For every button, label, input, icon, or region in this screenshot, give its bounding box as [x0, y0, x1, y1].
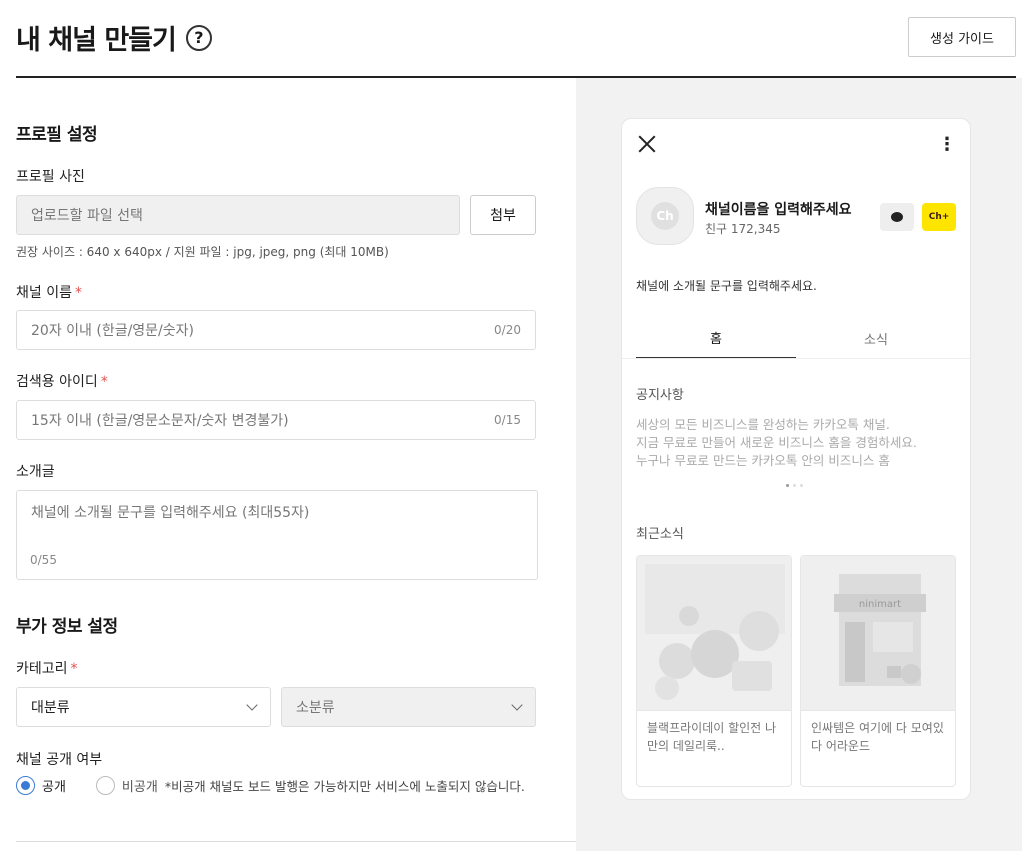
category-label: 카테고리 *: [16, 661, 78, 677]
characters-illustration-icon: [645, 564, 785, 700]
visibility-radio-group: 공개 비공개 *비공개 채널도 보드 발행은 가능하지만 서비스에 노출되지 않…: [16, 776, 525, 795]
creation-guide-button[interactable]: 생성 가이드: [908, 17, 1016, 57]
notice-text: 세상의 모든 비즈니스를 완성하는 카카오톡 채널. 지금 무료로 만들어 새로…: [636, 417, 917, 468]
page-title-text: 내 채널 만들기: [16, 25, 177, 56]
channel-preview-card: ⋮ Ch 채널이름을 입력해주세요 친구 172,345 Ch+ 채널에 소개될…: [621, 118, 971, 800]
news-image: [637, 556, 791, 711]
channel-logo-icon: Ch: [651, 202, 679, 230]
search-id-counter: 0/15: [494, 413, 521, 427]
public-radio-label[interactable]: 공개: [42, 776, 66, 795]
chat-button[interactable]: [880, 203, 914, 231]
private-radio-label[interactable]: 비공개: [122, 776, 158, 795]
required-mark: *: [70, 661, 78, 677]
carousel-dots: [786, 484, 803, 487]
profile-section-title: 프로필 설정: [16, 125, 98, 145]
attach-button[interactable]: 첨부: [470, 195, 536, 235]
search-id-label: 검색용 아이디 *: [16, 374, 108, 390]
help-icon[interactable]: ?: [185, 24, 212, 51]
preview-channel-name: 채널이름을 입력해주세요: [705, 202, 852, 218]
photo-hint: 권장 사이즈 : 640 x 640px / 지원 파일 : jpg, jpeg…: [16, 245, 389, 259]
category-main-select[interactable]: 대분류: [16, 687, 271, 727]
intro-textarea[interactable]: 채널에 소개될 문구를 입력해주세요 (최대55자) 0/55: [16, 490, 538, 580]
recent-news-title: 최근소식: [636, 527, 684, 542]
category-sub-select[interactable]: 소분류: [281, 687, 536, 727]
required-mark: *: [74, 285, 82, 301]
search-id-placeholder: 15자 이내 (한글/영문소문자/숫자 변경불가): [31, 413, 289, 429]
tab-news[interactable]: 소식: [796, 317, 956, 359]
profile-photo-label: 프로필 사진: [16, 169, 85, 185]
extra-section-title: 부가 정보 설정: [16, 617, 118, 637]
more-icon[interactable]: ⋮: [938, 135, 956, 155]
svg-text:ninimart: ninimart: [859, 599, 901, 610]
channel-name-label: 채널 이름 *: [16, 285, 82, 301]
private-radio[interactable]: [95, 776, 115, 795]
tab-divider: [622, 358, 970, 359]
intro-counter: 0/55: [30, 553, 57, 567]
tab-home[interactable]: 홈: [636, 317, 796, 359]
close-icon[interactable]: [638, 135, 656, 153]
notice-title: 공지사항: [636, 388, 684, 403]
photo-file-input[interactable]: 업로드할 파일 선택: [16, 195, 460, 235]
news-card[interactable]: ninimart 인싸템은 여기에 다 모여있다 어라운드: [800, 555, 956, 787]
intro-label: 소개글: [16, 464, 55, 480]
news-image: ninimart: [801, 556, 955, 711]
chevron-down-icon: [511, 698, 523, 711]
visibility-label: 채널 공개 여부: [16, 752, 103, 768]
store-illustration-icon: ninimart: [834, 574, 926, 686]
channel-name-input[interactable]: 20자 이내 (한글/영문/숫자) 0/20: [16, 310, 536, 350]
category-sub-value: 소분류: [296, 700, 335, 716]
preview-friends-count: 친구 172,345: [705, 222, 781, 236]
page-title: 내 채널 만들기 ?: [16, 18, 212, 57]
required-mark: *: [100, 374, 108, 390]
add-channel-button[interactable]: Ch+: [922, 203, 956, 231]
photo-file-placeholder: 업로드할 파일 선택: [31, 208, 143, 224]
private-note: *비공개 채널도 보드 발행은 가능하지만 서비스에 노출되지 않습니다.: [164, 779, 525, 794]
channel-name-placeholder: 20자 이내 (한글/영문/숫자): [31, 323, 194, 339]
category-main-value: 대분류: [31, 700, 70, 716]
avatar: Ch: [636, 187, 694, 245]
search-id-input[interactable]: 15자 이내 (한글/영문소문자/숫자 변경불가) 0/15: [16, 400, 536, 440]
channel-name-counter: 0/20: [494, 323, 521, 337]
news-text: 인싸템은 여기에 다 모여있다 어라운드: [811, 721, 944, 753]
chat-bubble-icon: [891, 212, 903, 222]
news-text: 블랙프라이데이 할인전 나만의 데일리룩..: [647, 721, 777, 753]
chevron-down-icon: [246, 698, 258, 711]
preview-description: 채널에 소개될 문구를 입력해주세요.: [636, 279, 817, 293]
public-radio[interactable]: [16, 776, 35, 795]
news-card[interactable]: 블랙프라이데이 할인전 나만의 데일리룩..: [636, 555, 792, 787]
bottom-divider: [16, 841, 576, 842]
intro-placeholder: 채널에 소개될 문구를 입력해주세요 (최대55자): [31, 505, 310, 521]
